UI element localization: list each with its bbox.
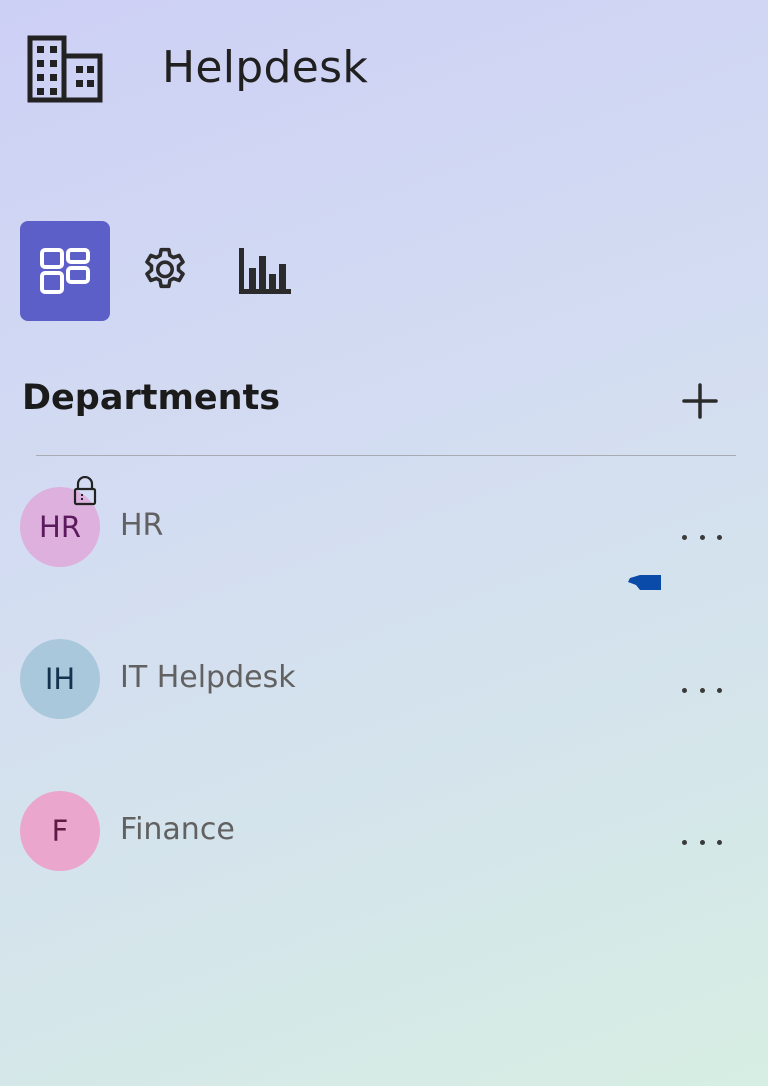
divider bbox=[36, 455, 736, 456]
avatar: IH bbox=[20, 639, 100, 719]
bar-chart-icon bbox=[239, 248, 291, 294]
avatar: F bbox=[20, 791, 100, 871]
app-header: Helpdesk bbox=[0, 0, 768, 150]
department-name: HR bbox=[120, 508, 164, 543]
building-icon bbox=[27, 35, 103, 103]
department-item-finance[interactable]: F Finance bbox=[0, 774, 768, 894]
plus-icon[interactable] bbox=[680, 381, 720, 421]
cursor-mark-icon bbox=[628, 575, 661, 590]
department-item-it-helpdesk[interactable]: IH IT Helpdesk bbox=[0, 622, 768, 742]
dashboard-icon bbox=[40, 248, 90, 294]
nav-dashboard-button[interactable] bbox=[20, 221, 110, 321]
nav-settings-button[interactable] bbox=[120, 221, 210, 321]
app-title: Helpdesk bbox=[162, 42, 369, 93]
department-name: Finance bbox=[120, 812, 235, 847]
more-options-icon[interactable] bbox=[682, 832, 722, 852]
avatar-initials: IH bbox=[44, 662, 76, 696]
avatar-initials: HR bbox=[39, 510, 81, 544]
more-options-icon[interactable] bbox=[682, 680, 722, 700]
more-options-icon[interactable] bbox=[682, 527, 722, 547]
nav-reports-button[interactable] bbox=[220, 221, 310, 321]
avatar-initials: F bbox=[51, 814, 69, 848]
gear-icon bbox=[145, 247, 185, 289]
lock-icon bbox=[73, 476, 97, 506]
departments-header: Departments bbox=[22, 375, 742, 435]
departments-title: Departments bbox=[22, 378, 281, 418]
department-name: IT Helpdesk bbox=[120, 660, 296, 695]
